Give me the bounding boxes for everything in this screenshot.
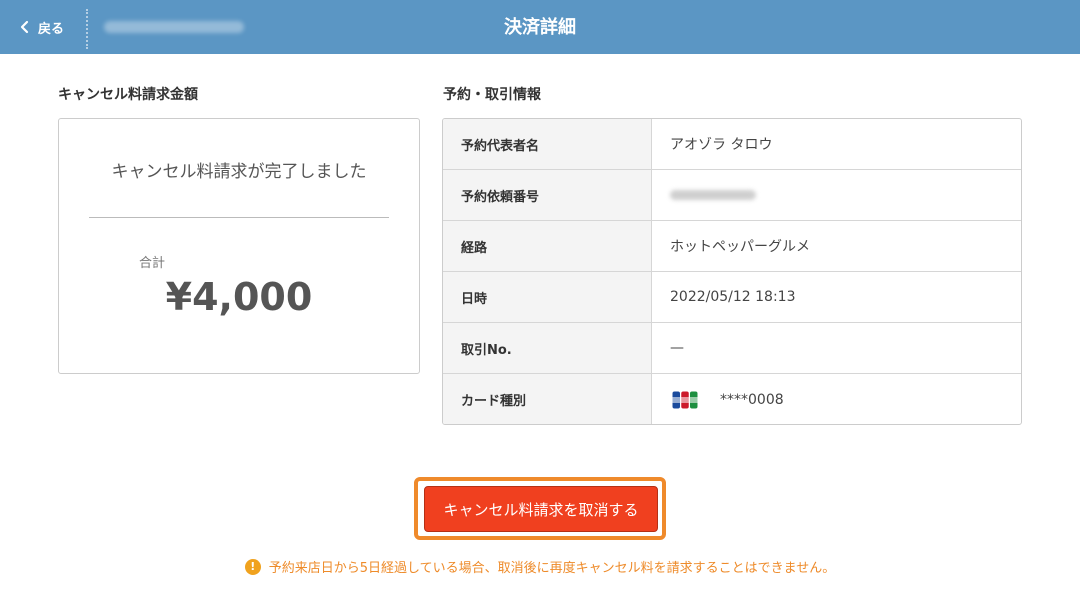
warning-text: 予約来店日から5日経過している場合、取消後に再度キャンセル料を請求することはでき… <box>268 561 836 576</box>
row-label-card-type: カード種別 <box>443 374 652 424</box>
row-label-representative: 予約代表者名 <box>443 119 652 169</box>
total-label: 合計 <box>139 256 166 271</box>
table-row: 予約代表者名 アオゾラ タロウ <box>443 119 1021 170</box>
row-label-datetime: 日時 <box>443 272 652 322</box>
total-amount: ¥4,000 <box>165 275 313 319</box>
header-divider <box>86 9 88 49</box>
table-row: 日時 2022/05/12 18:13 <box>443 272 1021 323</box>
header-bar: 戻る 決済詳細 <box>0 0 1080 54</box>
info-table: 予約代表者名 アオゾラ タロウ 予約依頼番号 経路 ホットペッパーグルメ 日時 … <box>442 118 1022 425</box>
row-label-route: 経路 <box>443 221 652 271</box>
row-value-card-type: ****0008 <box>652 374 1021 424</box>
table-row: カード種別 ****0008 <box>443 374 1021 424</box>
back-button[interactable]: 戻る <box>18 0 64 54</box>
table-row: 予約依頼番号 <box>443 170 1021 221</box>
cancel-complete-message: キャンセル料請求が完了しました <box>111 162 367 182</box>
cancel-fee-card: キャンセル料請求が完了しました 合計 ¥4,000 <box>58 118 420 374</box>
chevron-left-icon <box>20 20 29 34</box>
row-value-datetime: 2022/05/12 18:13 <box>670 289 796 305</box>
blurred-store-name <box>104 21 244 33</box>
row-label-transaction-no: 取引No. <box>443 323 652 373</box>
back-label: 戻る <box>38 21 65 37</box>
row-value-transaction-no: — <box>670 340 684 356</box>
blurred-request-number <box>670 190 756 200</box>
warning-notice: ! 予約来店日から5日経過している場合、取消後に再度キャンセル料を請求することは… <box>0 557 1080 576</box>
divider <box>89 217 389 218</box>
row-value-representative: アオゾラ タロウ <box>670 137 773 153</box>
jcb-card-icon <box>672 391 698 408</box>
revoke-cancel-fee-button[interactable]: キャンセル料請求を取消する <box>424 486 658 532</box>
table-row: 取引No. — <box>443 323 1021 374</box>
row-value-request-number <box>652 170 1021 220</box>
info-section-title: 予約・取引情報 <box>443 87 541 103</box>
table-row: 経路 ホットペッパーグルメ <box>443 221 1021 272</box>
card-number: ****0008 <box>720 391 784 408</box>
warning-icon: ! <box>244 558 261 575</box>
cancel-section-title: キャンセル料請求金額 <box>58 87 198 103</box>
row-value-route: ホットペッパーグルメ <box>670 239 810 255</box>
row-label-request-number: 予約依頼番号 <box>443 170 652 220</box>
